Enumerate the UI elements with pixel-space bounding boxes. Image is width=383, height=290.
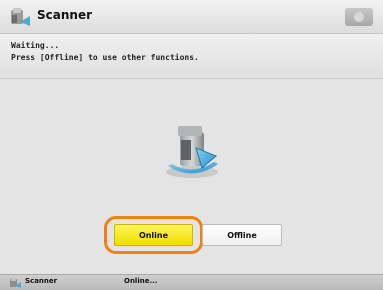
window-title: Scanner bbox=[37, 8, 92, 22]
corner-button[interactable] bbox=[345, 8, 373, 26]
message-line-waiting: Waiting... bbox=[11, 41, 60, 50]
scanner-icon bbox=[11, 8, 30, 26]
circle-icon bbox=[354, 12, 364, 22]
status-text: Online... bbox=[124, 277, 158, 285]
status-message: Waiting... Press [Offline] to use other … bbox=[0, 34, 383, 79]
title-bar: Scanner bbox=[0, 0, 383, 34]
offline-button[interactable]: Offline bbox=[202, 224, 282, 246]
status-app-name: Scanner bbox=[25, 277, 58, 285]
scanner-icon bbox=[10, 278, 21, 288]
scanner-screen: Scanner Waiting... Press [Offline] to us… bbox=[0, 0, 383, 290]
message-line-instruction: Press [Offline] to use other functions. bbox=[11, 53, 199, 62]
online-button[interactable]: Online bbox=[114, 224, 193, 246]
scanner-network-icon bbox=[166, 126, 218, 178]
status-bar: Scanner Online... bbox=[0, 274, 383, 290]
